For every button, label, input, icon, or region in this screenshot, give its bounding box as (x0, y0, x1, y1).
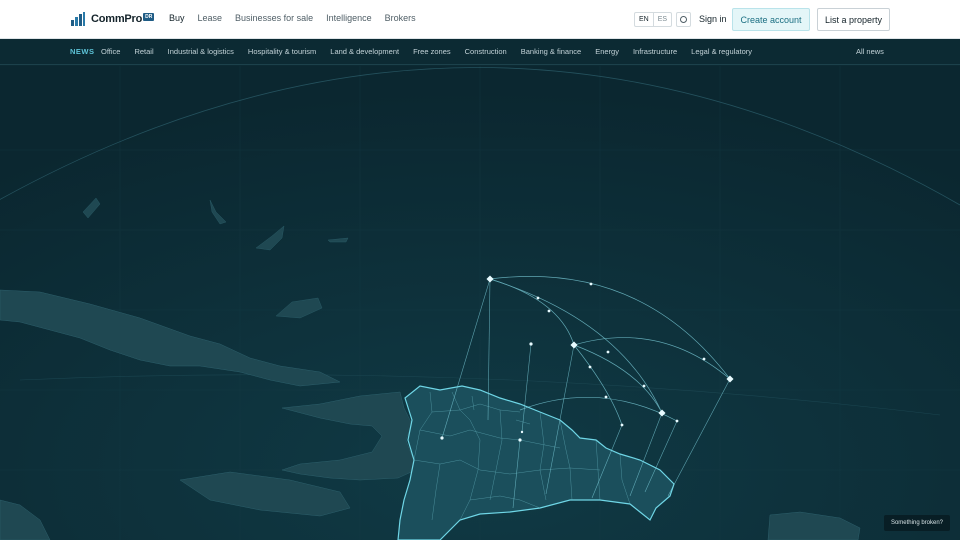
nav-intelligence[interactable]: Intelligence (326, 13, 372, 23)
top-header: CommPro DR Buy Lease Businesses for sale… (0, 0, 960, 39)
brand-name: CommPro (91, 13, 143, 25)
circle-icon (680, 16, 687, 23)
news-cat-energy[interactable]: Energy (595, 47, 619, 56)
theme-toggle[interactable] (676, 12, 691, 27)
news-bar: NEWS Office Retail Industrial & logistic… (0, 39, 960, 65)
news-cat-retail[interactable]: Retail (134, 47, 153, 56)
hero-map (0, 66, 960, 540)
news-cat-construction[interactable]: Construction (465, 47, 507, 56)
news-cat-hospitality[interactable]: Hospitality & tourism (248, 47, 316, 56)
news-cat-industrial[interactable]: Industrial & logistics (168, 47, 234, 56)
brand-badge: DR (143, 13, 155, 21)
nav-brokers[interactable]: Brokers (385, 13, 416, 23)
create-account-button[interactable]: Create account (732, 8, 810, 31)
nav-buy[interactable]: Buy (169, 13, 185, 23)
news-cat-free-zones[interactable]: Free zones (413, 47, 451, 56)
sign-in-link[interactable]: Sign in (699, 14, 727, 24)
news-label: NEWS (70, 47, 95, 56)
bar-chart-icon (71, 12, 85, 26)
language-switcher: EN ES (634, 12, 673, 27)
main-nav: Buy Lease Businesses for sale Intelligen… (169, 13, 429, 23)
news-cat-banking[interactable]: Banking & finance (521, 47, 581, 56)
nav-lease[interactable]: Lease (198, 13, 223, 23)
lang-en[interactable]: EN (635, 13, 653, 26)
list-property-button[interactable]: List a property (817, 8, 890, 31)
news-cat-office[interactable]: Office (101, 47, 120, 56)
brand-logo[interactable]: CommPro DR (71, 12, 155, 26)
news-cat-land[interactable]: Land & development (330, 47, 399, 56)
all-news-link[interactable]: All news (856, 47, 884, 56)
news-cat-legal[interactable]: Legal & regulatory (691, 47, 752, 56)
caribbean-map (0, 66, 960, 540)
news-categories: Office Retail Industrial & logistics Hos… (101, 47, 766, 56)
nav-businesses-for-sale[interactable]: Businesses for sale (235, 13, 313, 23)
news-cat-infrastructure[interactable]: Infrastructure (633, 47, 677, 56)
report-bug-button[interactable]: Something broken? (884, 515, 950, 531)
lang-es[interactable]: ES (652, 13, 671, 26)
